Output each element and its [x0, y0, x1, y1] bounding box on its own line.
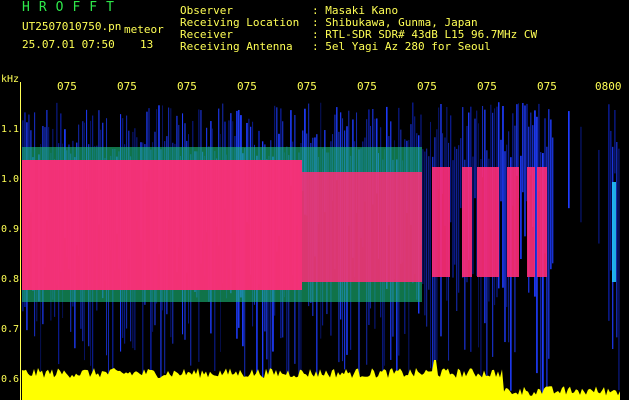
y-axis-line: [20, 82, 21, 400]
y-tick: 0.6: [1, 374, 20, 385]
y-tick: 1.0: [1, 174, 20, 185]
noise-streak: [454, 146, 456, 265]
noise-streak: [610, 130, 612, 271]
noise-streak: [580, 126, 582, 223]
echo-band: [507, 167, 519, 277]
echo-band: [302, 172, 422, 282]
noise-streak: [524, 105, 526, 237]
noise-streak: [424, 151, 426, 316]
y-tick: 0.7: [1, 324, 20, 335]
file-name: UT2507010750.pn: [22, 20, 122, 33]
noise-streak: [428, 156, 430, 290]
y-axis-unit: kHz: [1, 74, 20, 85]
y-tick: 0.8: [1, 274, 20, 285]
noise-streak: [426, 148, 428, 327]
antenna-label: Receiving Antenna: [180, 40, 293, 53]
echo-band: [527, 167, 535, 277]
noise-streak: [568, 111, 570, 209]
noise-streak: [608, 104, 610, 321]
noise-streak: [614, 109, 616, 174]
timestamp: 25.07.01 07:50: [22, 38, 115, 51]
noise-streak: [474, 118, 476, 199]
spectrogram: [22, 102, 620, 400]
noise-streak: [450, 115, 452, 223]
noise-streak: [598, 149, 600, 244]
noise-streak: [460, 138, 462, 209]
noise-streak: [472, 156, 474, 275]
noise-streak: [482, 105, 484, 178]
echo-band: [537, 167, 547, 277]
noise-streak: [516, 104, 518, 176]
noise-streak: [452, 160, 454, 278]
noise-streak: [456, 148, 458, 311]
echo-band: [432, 167, 450, 277]
app-logo: HROFFT: [22, 0, 123, 15]
noise-streak: [520, 155, 522, 259]
signal-level-trace: [22, 360, 620, 400]
y-tick: 0.9: [1, 224, 20, 235]
noise-streak: [500, 139, 502, 202]
file-tag: meteor: [124, 23, 164, 36]
noise-streak: [422, 149, 424, 285]
noise-streak: [504, 151, 506, 343]
antenna-value: : 5el Yagi Az 280 for Seoul: [312, 40, 491, 53]
meteor-count: 13: [140, 38, 154, 51]
noise-streak: [502, 105, 504, 288]
y-tick: 1.1: [1, 124, 20, 135]
noise-streak: [550, 119, 552, 270]
noise-streak: [552, 137, 554, 264]
noise-streak: [458, 145, 460, 293]
noise-streak: [618, 148, 620, 391]
noise-streak: [548, 109, 550, 359]
echo-band: [477, 167, 499, 277]
echo-band: [612, 182, 616, 282]
echo-band: [22, 160, 302, 290]
noise-streak: [430, 121, 432, 369]
noise-streak: [522, 102, 524, 193]
noise-streak: [530, 112, 532, 176]
echo-band: [462, 167, 472, 277]
noise-streak: [616, 141, 618, 338]
